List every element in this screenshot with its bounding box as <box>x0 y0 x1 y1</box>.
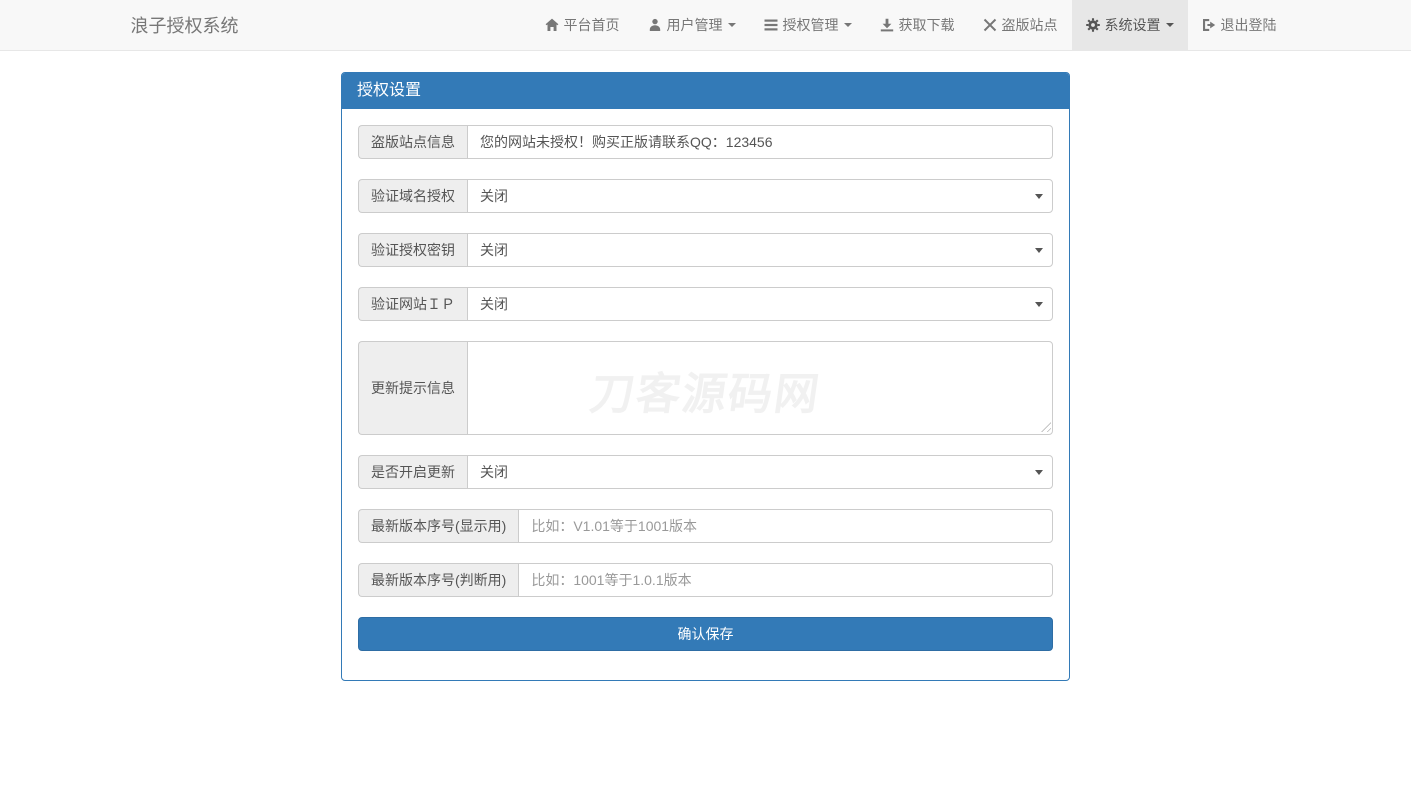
nav-item-home[interactable]: 平台首页 <box>531 0 634 50</box>
panel-body: 盗版站点信息 验证域名授权 关闭 验证授权密钥 关闭 <box>342 109 1069 680</box>
navbar-container: 浪子授权系统 平台首页 用户管理 授权管理 <box>121 0 1291 50</box>
save-button[interactable]: 确认保存 <box>358 617 1053 651</box>
nav-item-logout[interactable]: 退出登陆 <box>1188 0 1291 50</box>
field-control-cell <box>467 125 1053 159</box>
nav-item-label: 用户管理 <box>667 15 723 35</box>
nav-item-users[interactable]: 用户管理 <box>634 0 750 50</box>
list-icon <box>764 18 778 32</box>
field-control-cell: 关闭 <box>467 287 1053 321</box>
nav-list: 平台首页 用户管理 授权管理 获取下载 <box>531 0 1291 50</box>
panel-title: 授权设置 <box>342 73 1069 109</box>
field-row-version-display: 最新版本序号(显示用) <box>358 509 1053 543</box>
pirate-site-info-input[interactable] <box>467 125 1053 159</box>
field-control-cell: 关闭 <box>467 455 1053 489</box>
field-row-verify-domain: 验证域名授权 关闭 <box>358 179 1053 213</box>
nav-item-label: 系统设置 <box>1105 15 1161 35</box>
field-control-cell <box>467 341 1053 435</box>
license-settings-panel: 授权设置 盗版站点信息 验证域名授权 关闭 验证授权密钥 关闭 <box>341 72 1070 681</box>
chevron-down-icon <box>1166 23 1174 27</box>
field-row-verify-auth-key: 验证授权密钥 关闭 <box>358 233 1053 267</box>
field-control-cell: 关闭 <box>467 233 1053 267</box>
field-control-cell <box>518 563 1053 597</box>
field-row-update-notice: 更新提示信息 <box>358 341 1053 435</box>
nav-item-download[interactable]: 获取下载 <box>866 0 969 50</box>
field-label: 盗版站点信息 <box>358 125 467 159</box>
field-row-update-switch: 是否开启更新 关闭 <box>358 455 1053 489</box>
nav-item-label: 授权管理 <box>783 15 839 35</box>
update-notice-textarea[interactable] <box>467 341 1053 435</box>
field-label: 验证授权密钥 <box>358 233 467 267</box>
nav-item-system-settings[interactable]: 系统设置 <box>1072 0 1188 50</box>
field-label: 更新提示信息 <box>358 341 467 435</box>
top-navbar: 浪子授权系统 平台首页 用户管理 授权管理 <box>0 0 1411 51</box>
field-label: 是否开启更新 <box>358 455 467 489</box>
field-row-verify-site-ip: 验证网站ＩＰ 关闭 <box>358 287 1053 321</box>
nav-item-label: 退出登陆 <box>1221 15 1277 35</box>
field-control-cell <box>518 509 1053 543</box>
nav-item-pirate-sites[interactable]: 盗版站点 <box>969 0 1072 50</box>
home-icon <box>545 18 559 32</box>
nav-item-licenses[interactable]: 授权管理 <box>750 0 866 50</box>
verify-domain-select[interactable]: 关闭 <box>467 179 1053 213</box>
nav-item-label: 获取下载 <box>899 15 955 35</box>
verify-auth-key-select[interactable]: 关闭 <box>467 233 1053 267</box>
field-control-cell: 关闭 <box>467 179 1053 213</box>
verify-site-ip-select[interactable]: 关闭 <box>467 287 1053 321</box>
version-judge-input[interactable] <box>518 563 1053 597</box>
version-display-input[interactable] <box>518 509 1053 543</box>
gear-icon <box>1086 18 1100 32</box>
nav-item-label: 盗版站点 <box>1002 15 1058 35</box>
field-label: 验证网站ＩＰ <box>358 287 467 321</box>
x-icon <box>983 18 997 32</box>
chevron-down-icon <box>844 23 852 27</box>
logout-icon <box>1202 18 1216 32</box>
field-label: 验证域名授权 <box>358 179 467 213</box>
brand-title[interactable]: 浪子授权系统 <box>121 0 249 50</box>
field-label: 最新版本序号(判断用) <box>358 563 518 597</box>
update-switch-select[interactable]: 关闭 <box>467 455 1053 489</box>
download-icon <box>880 18 894 32</box>
chevron-down-icon <box>728 23 736 27</box>
field-row-pirate-site-info: 盗版站点信息 <box>358 125 1053 159</box>
field-label: 最新版本序号(显示用) <box>358 509 518 543</box>
user-icon <box>648 18 662 32</box>
nav-item-label: 平台首页 <box>564 15 620 35</box>
field-row-version-judge: 最新版本序号(判断用) <box>358 563 1053 597</box>
